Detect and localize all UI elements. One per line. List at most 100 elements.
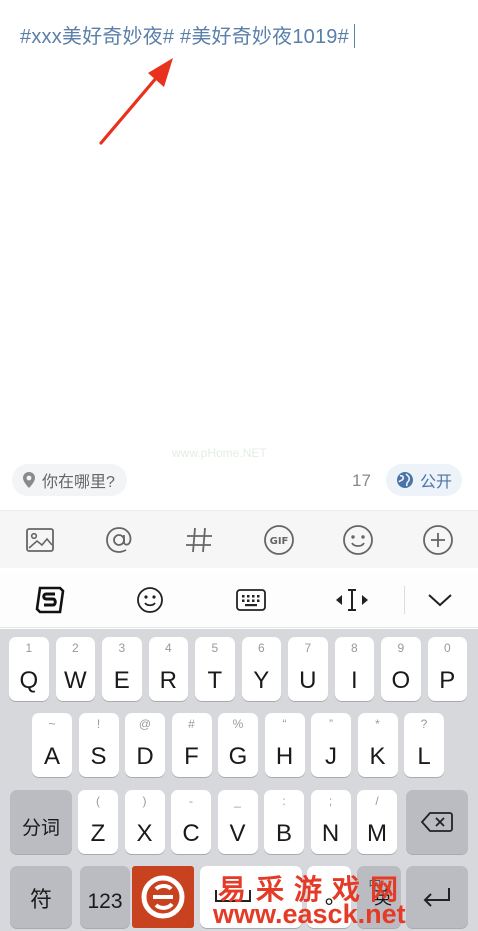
globe-icon xyxy=(397,472,413,488)
key-hint: ( xyxy=(96,794,100,808)
key-hint: ! xyxy=(96,717,101,731)
key-h[interactable]: “H xyxy=(264,713,305,777)
key-label: P xyxy=(439,667,456,694)
faint-watermark: www.pHome.NET xyxy=(172,446,267,460)
number-key-label: 123 xyxy=(87,890,123,913)
segment-key[interactable]: 分词 xyxy=(10,790,72,854)
key-label: F xyxy=(184,743,199,770)
enter-key[interactable] xyxy=(406,866,468,928)
topic-button[interactable] xyxy=(182,523,216,557)
key-hint: 5 xyxy=(211,641,219,655)
site-url: www.easck.net xyxy=(213,899,406,929)
keyboard-icon xyxy=(236,589,266,611)
key-z[interactable]: (Z xyxy=(78,790,118,854)
key-r[interactable]: 4R xyxy=(148,637,189,701)
key-l[interactable]: ? L xyxy=(404,713,444,777)
key-hint: 0 xyxy=(443,641,451,655)
key-f[interactable]: # F xyxy=(171,713,212,777)
key-b[interactable]: :B xyxy=(264,790,304,854)
cursor-move-button[interactable] xyxy=(334,584,370,616)
key-s[interactable]: ! S xyxy=(78,713,119,777)
gif-button[interactable]: GIF xyxy=(262,523,296,557)
key-j[interactable]: ” J xyxy=(311,713,351,777)
key-label: Y xyxy=(253,667,270,694)
image-icon xyxy=(26,528,54,552)
enter-icon xyxy=(423,888,450,907)
keyboard-switch-button[interactable] xyxy=(233,584,269,616)
key-y[interactable]: 6Y xyxy=(241,637,282,701)
key-hint: 2 xyxy=(71,641,79,655)
key-label: X xyxy=(136,820,153,847)
at-mention-icon xyxy=(106,527,132,553)
char-count: 17 xyxy=(352,471,371,490)
key-label: H xyxy=(275,743,294,770)
key-w[interactable]: 2W xyxy=(55,637,96,701)
key-n[interactable]: ; N xyxy=(310,790,351,854)
key-label: G xyxy=(228,743,248,770)
key-t[interactable]: 5T xyxy=(195,637,235,701)
location-button[interactable]: 你在哪里? xyxy=(12,464,127,496)
emoji-icon xyxy=(137,587,163,613)
location-row: 你在哪里? 17 公开 xyxy=(0,460,478,504)
key-hint: “ xyxy=(282,717,287,731)
key-a[interactable]: ~ A xyxy=(32,713,72,777)
backspace-icon xyxy=(421,812,453,832)
post-text-input[interactable]: #xxx美好奇妙夜# #美好奇妙夜1019# xyxy=(20,20,356,49)
key-hint: @ xyxy=(138,717,152,731)
symbol-key[interactable]: 符 xyxy=(10,866,72,928)
key-u[interactable]: 7U xyxy=(288,637,328,701)
text-caret xyxy=(353,24,356,48)
key-hint: ” xyxy=(329,717,333,731)
key-g[interactable]: % G xyxy=(218,713,258,777)
key-hint: 6 xyxy=(257,641,265,655)
key-m[interactable]: / M xyxy=(357,790,397,854)
location-pin-icon xyxy=(23,472,35,488)
key-label: L xyxy=(417,743,431,770)
key-hint: 1 xyxy=(25,641,33,655)
visibility-button[interactable]: 公开 xyxy=(386,464,463,496)
compose-area[interactable]: #xxx美好奇妙夜# #美好奇妙夜1019# www.pHome.NET xyxy=(0,0,478,460)
backspace-key[interactable] xyxy=(406,790,468,854)
key-k[interactable]: * K xyxy=(357,713,398,777)
key-p[interactable]: 0P xyxy=(427,637,468,701)
collapse-keyboard-button[interactable] xyxy=(422,584,458,616)
number-key[interactable]: 123 xyxy=(80,866,130,928)
post-text-content: #xxx美好奇妙夜# #美好奇妙夜1019# xyxy=(20,26,349,48)
key-label: E xyxy=(113,667,130,694)
emoji-button[interactable] xyxy=(341,523,375,557)
gif-icon: GIF xyxy=(264,525,294,555)
key-label: J xyxy=(325,743,337,770)
red-arrow-annotation xyxy=(99,58,173,145)
key-hint: % xyxy=(232,717,244,731)
key-hint: ? xyxy=(420,717,428,731)
key-hint: : xyxy=(282,794,286,808)
sogou-logo-icon xyxy=(35,586,65,614)
key-label: K xyxy=(369,743,386,770)
key-label: D xyxy=(136,743,154,770)
key-hint: 9 xyxy=(397,641,405,655)
key-d[interactable]: @ D xyxy=(125,713,165,777)
key-label: Q xyxy=(19,667,39,694)
key-x[interactable]: ) X xyxy=(124,790,165,854)
key-hint: - xyxy=(189,794,193,808)
key-q[interactable]: 1Q xyxy=(9,637,49,701)
key-c[interactable]: -C xyxy=(171,790,211,854)
mention-button[interactable] xyxy=(102,523,136,557)
key-v[interactable]: _ V xyxy=(217,790,258,854)
sogou-menu-button[interactable] xyxy=(32,584,68,616)
key-label: B xyxy=(275,820,292,847)
keyboard-toolbar xyxy=(0,572,478,628)
key-i[interactable]: 8I xyxy=(334,637,375,701)
cursor-move-icon xyxy=(336,589,368,611)
key-o[interactable]: 9O xyxy=(381,637,421,701)
key-label: W xyxy=(63,667,87,694)
key-label: O xyxy=(391,667,411,694)
add-button[interactable] xyxy=(421,523,455,557)
key-hint: 4 xyxy=(164,641,172,655)
segment-key-label: 分词 xyxy=(21,818,60,839)
image-button[interactable] xyxy=(23,523,57,557)
key-e[interactable]: 3E xyxy=(102,637,142,701)
key-label: S xyxy=(90,743,107,770)
key-hint: _ xyxy=(234,794,241,808)
keyboard-emoji-button[interactable] xyxy=(132,584,168,616)
